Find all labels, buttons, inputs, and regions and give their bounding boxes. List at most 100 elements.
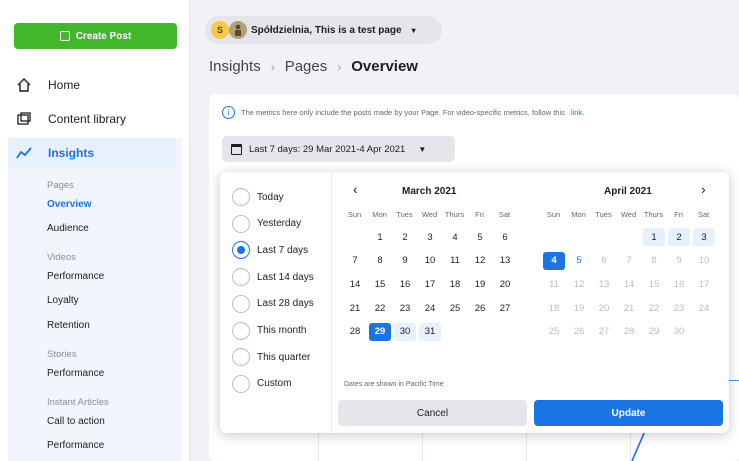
- calendar-day[interactable]: 5: [568, 252, 590, 270]
- cancel-button[interactable]: Cancel: [338, 400, 527, 426]
- calendar-day[interactable]: 6: [593, 252, 615, 270]
- calendar-day[interactable]: 5: [469, 228, 491, 246]
- calendar-day[interactable]: 25: [543, 323, 565, 341]
- preset-option[interactable]: This month: [232, 321, 306, 340]
- radio-icon[interactable]: [232, 241, 250, 260]
- timezone-note: Dates are shown in Pacific Time: [344, 381, 444, 388]
- preset-option[interactable]: Last 28 days: [232, 294, 314, 313]
- calendar-day[interactable]: 18: [543, 299, 565, 317]
- subnav-item-call-to-action[interactable]: Call to action: [47, 416, 105, 427]
- calendar-day[interactable]: 25: [444, 299, 466, 317]
- radio-icon[interactable]: [232, 268, 250, 287]
- nav-home[interactable]: Home: [14, 70, 80, 100]
- calendar-day[interactable]: 15: [369, 275, 391, 293]
- calendar-day[interactable]: 7: [618, 252, 640, 270]
- subnav-item-instant-performance[interactable]: Performance: [47, 440, 104, 451]
- calendar-day[interactable]: 8: [369, 252, 391, 270]
- preset-option[interactable]: Custom: [232, 374, 291, 393]
- calendar-day[interactable]: 26: [568, 323, 590, 341]
- next-month-icon[interactable]: ›: [701, 181, 706, 197]
- calendar-day[interactable]: 11: [543, 275, 565, 293]
- calendar-day[interactable]: 30: [394, 322, 416, 341]
- calendar-day[interactable]: 23: [394, 299, 416, 317]
- calendar-day[interactable]: 21: [618, 299, 640, 317]
- subnav-item-overview[interactable]: Overview: [47, 199, 91, 210]
- calendar-day[interactable]: 11: [444, 252, 466, 270]
- create-post-button[interactable]: Create Post: [14, 23, 177, 49]
- calendar-day[interactable]: 23: [668, 299, 690, 317]
- prev-month-icon[interactable]: ‹: [353, 181, 358, 197]
- preset-option[interactable]: Yesterday: [232, 214, 301, 233]
- calendar-day[interactable]: 1: [369, 228, 391, 246]
- calendar-day[interactable]: 19: [568, 299, 590, 317]
- calendar-day[interactable]: 20: [494, 275, 516, 293]
- preset-option[interactable]: Today: [232, 188, 284, 206]
- breadcrumb-insights[interactable]: Insights: [209, 58, 261, 75]
- calendar-day[interactable]: 14: [618, 275, 640, 293]
- info-link[interactable]: link.: [571, 108, 584, 117]
- breadcrumb-pages[interactable]: Pages: [285, 58, 328, 75]
- calendar-day[interactable]: 9: [394, 252, 416, 270]
- calendar-day[interactable]: 10: [419, 252, 441, 270]
- calendar-day[interactable]: 16: [394, 275, 416, 293]
- calendar-day[interactable]: 22: [369, 299, 391, 317]
- calendar-day[interactable]: 24: [693, 299, 715, 317]
- calendar-day[interactable]: 20: [593, 299, 615, 317]
- calendar-day[interactable]: 29: [369, 322, 391, 341]
- calendar-day[interactable]: 24: [419, 299, 441, 317]
- date-range-button[interactable]: Last 7 days: 29 Mar 2021-4 Apr 2021 ▼: [222, 136, 455, 162]
- radio-icon[interactable]: [232, 348, 250, 367]
- radio-icon[interactable]: [232, 294, 250, 313]
- calendar-day[interactable]: 21: [344, 299, 366, 317]
- calendar-day[interactable]: 12: [568, 275, 590, 293]
- calendar-day[interactable]: 22: [643, 299, 665, 317]
- preset-option[interactable]: Last 14 days: [232, 268, 314, 287]
- calendar-day[interactable]: 4: [444, 228, 466, 246]
- radio-icon[interactable]: [232, 321, 250, 340]
- calendar-day[interactable]: 18: [444, 275, 466, 293]
- radio-icon[interactable]: [232, 188, 250, 206]
- radio-icon[interactable]: [232, 214, 250, 233]
- radio-icon[interactable]: [232, 374, 250, 393]
- page-switcher[interactable]: S Spółdzielnia, This is a test page ▾: [205, 16, 442, 44]
- calendar-day[interactable]: 6: [494, 228, 516, 246]
- calendar-day[interactable]: 27: [494, 299, 516, 317]
- calendar-day[interactable]: 3: [419, 228, 441, 246]
- calendar-day[interactable]: 15: [643, 275, 665, 293]
- calendar-day[interactable]: 13: [593, 275, 615, 293]
- calendar-day[interactable]: 28: [618, 323, 640, 341]
- subnav-item-loyalty[interactable]: Loyalty: [47, 295, 79, 306]
- subnav-item-retention[interactable]: Retention: [47, 320, 90, 331]
- calendar-day[interactable]: 10: [693, 252, 715, 270]
- calendar-day[interactable]: 31: [419, 322, 441, 341]
- calendar-day[interactable]: 30: [668, 323, 690, 341]
- calendar-day[interactable]: 28: [344, 323, 366, 341]
- subnav-item-stories-performance[interactable]: Performance: [47, 368, 104, 379]
- calendar-day[interactable]: 27: [593, 323, 615, 341]
- subnav-item-audience[interactable]: Audience: [47, 223, 89, 234]
- calendar-day[interactable]: 8: [643, 252, 665, 270]
- calendar-day[interactable]: 14: [344, 275, 366, 293]
- calendar-day[interactable]: 12: [469, 252, 491, 270]
- calendar-day[interactable]: 7: [344, 252, 366, 270]
- calendar-day[interactable]: 29: [643, 323, 665, 341]
- calendar-day[interactable]: 1: [643, 228, 665, 246]
- calendar-day[interactable]: 26: [469, 299, 491, 317]
- preset-option[interactable]: Last 7 days: [232, 241, 308, 260]
- update-button[interactable]: Update: [534, 400, 723, 426]
- calendar-day[interactable]: 19: [469, 275, 491, 293]
- calendar-day[interactable]: 17: [693, 275, 715, 293]
- calendar-day[interactable]: 3: [693, 228, 715, 246]
- calendar-day[interactable]: 2: [668, 228, 690, 246]
- calendar-day[interactable]: 13: [494, 252, 516, 270]
- subnav-item-videos-performance[interactable]: Performance: [47, 271, 104, 282]
- nav-content-library[interactable]: Content library: [14, 104, 126, 134]
- preset-option[interactable]: This quarter: [232, 348, 310, 367]
- calendar-day[interactable]: 16: [668, 275, 690, 293]
- nav-insights[interactable]: Insights: [8, 138, 176, 168]
- calendar-day[interactable]: 2: [394, 228, 416, 246]
- calendar-day[interactable]: 9: [668, 252, 690, 270]
- calendar-day[interactable]: 4: [543, 251, 565, 270]
- calendar-icon: [231, 143, 242, 155]
- calendar-day[interactable]: 17: [419, 275, 441, 293]
